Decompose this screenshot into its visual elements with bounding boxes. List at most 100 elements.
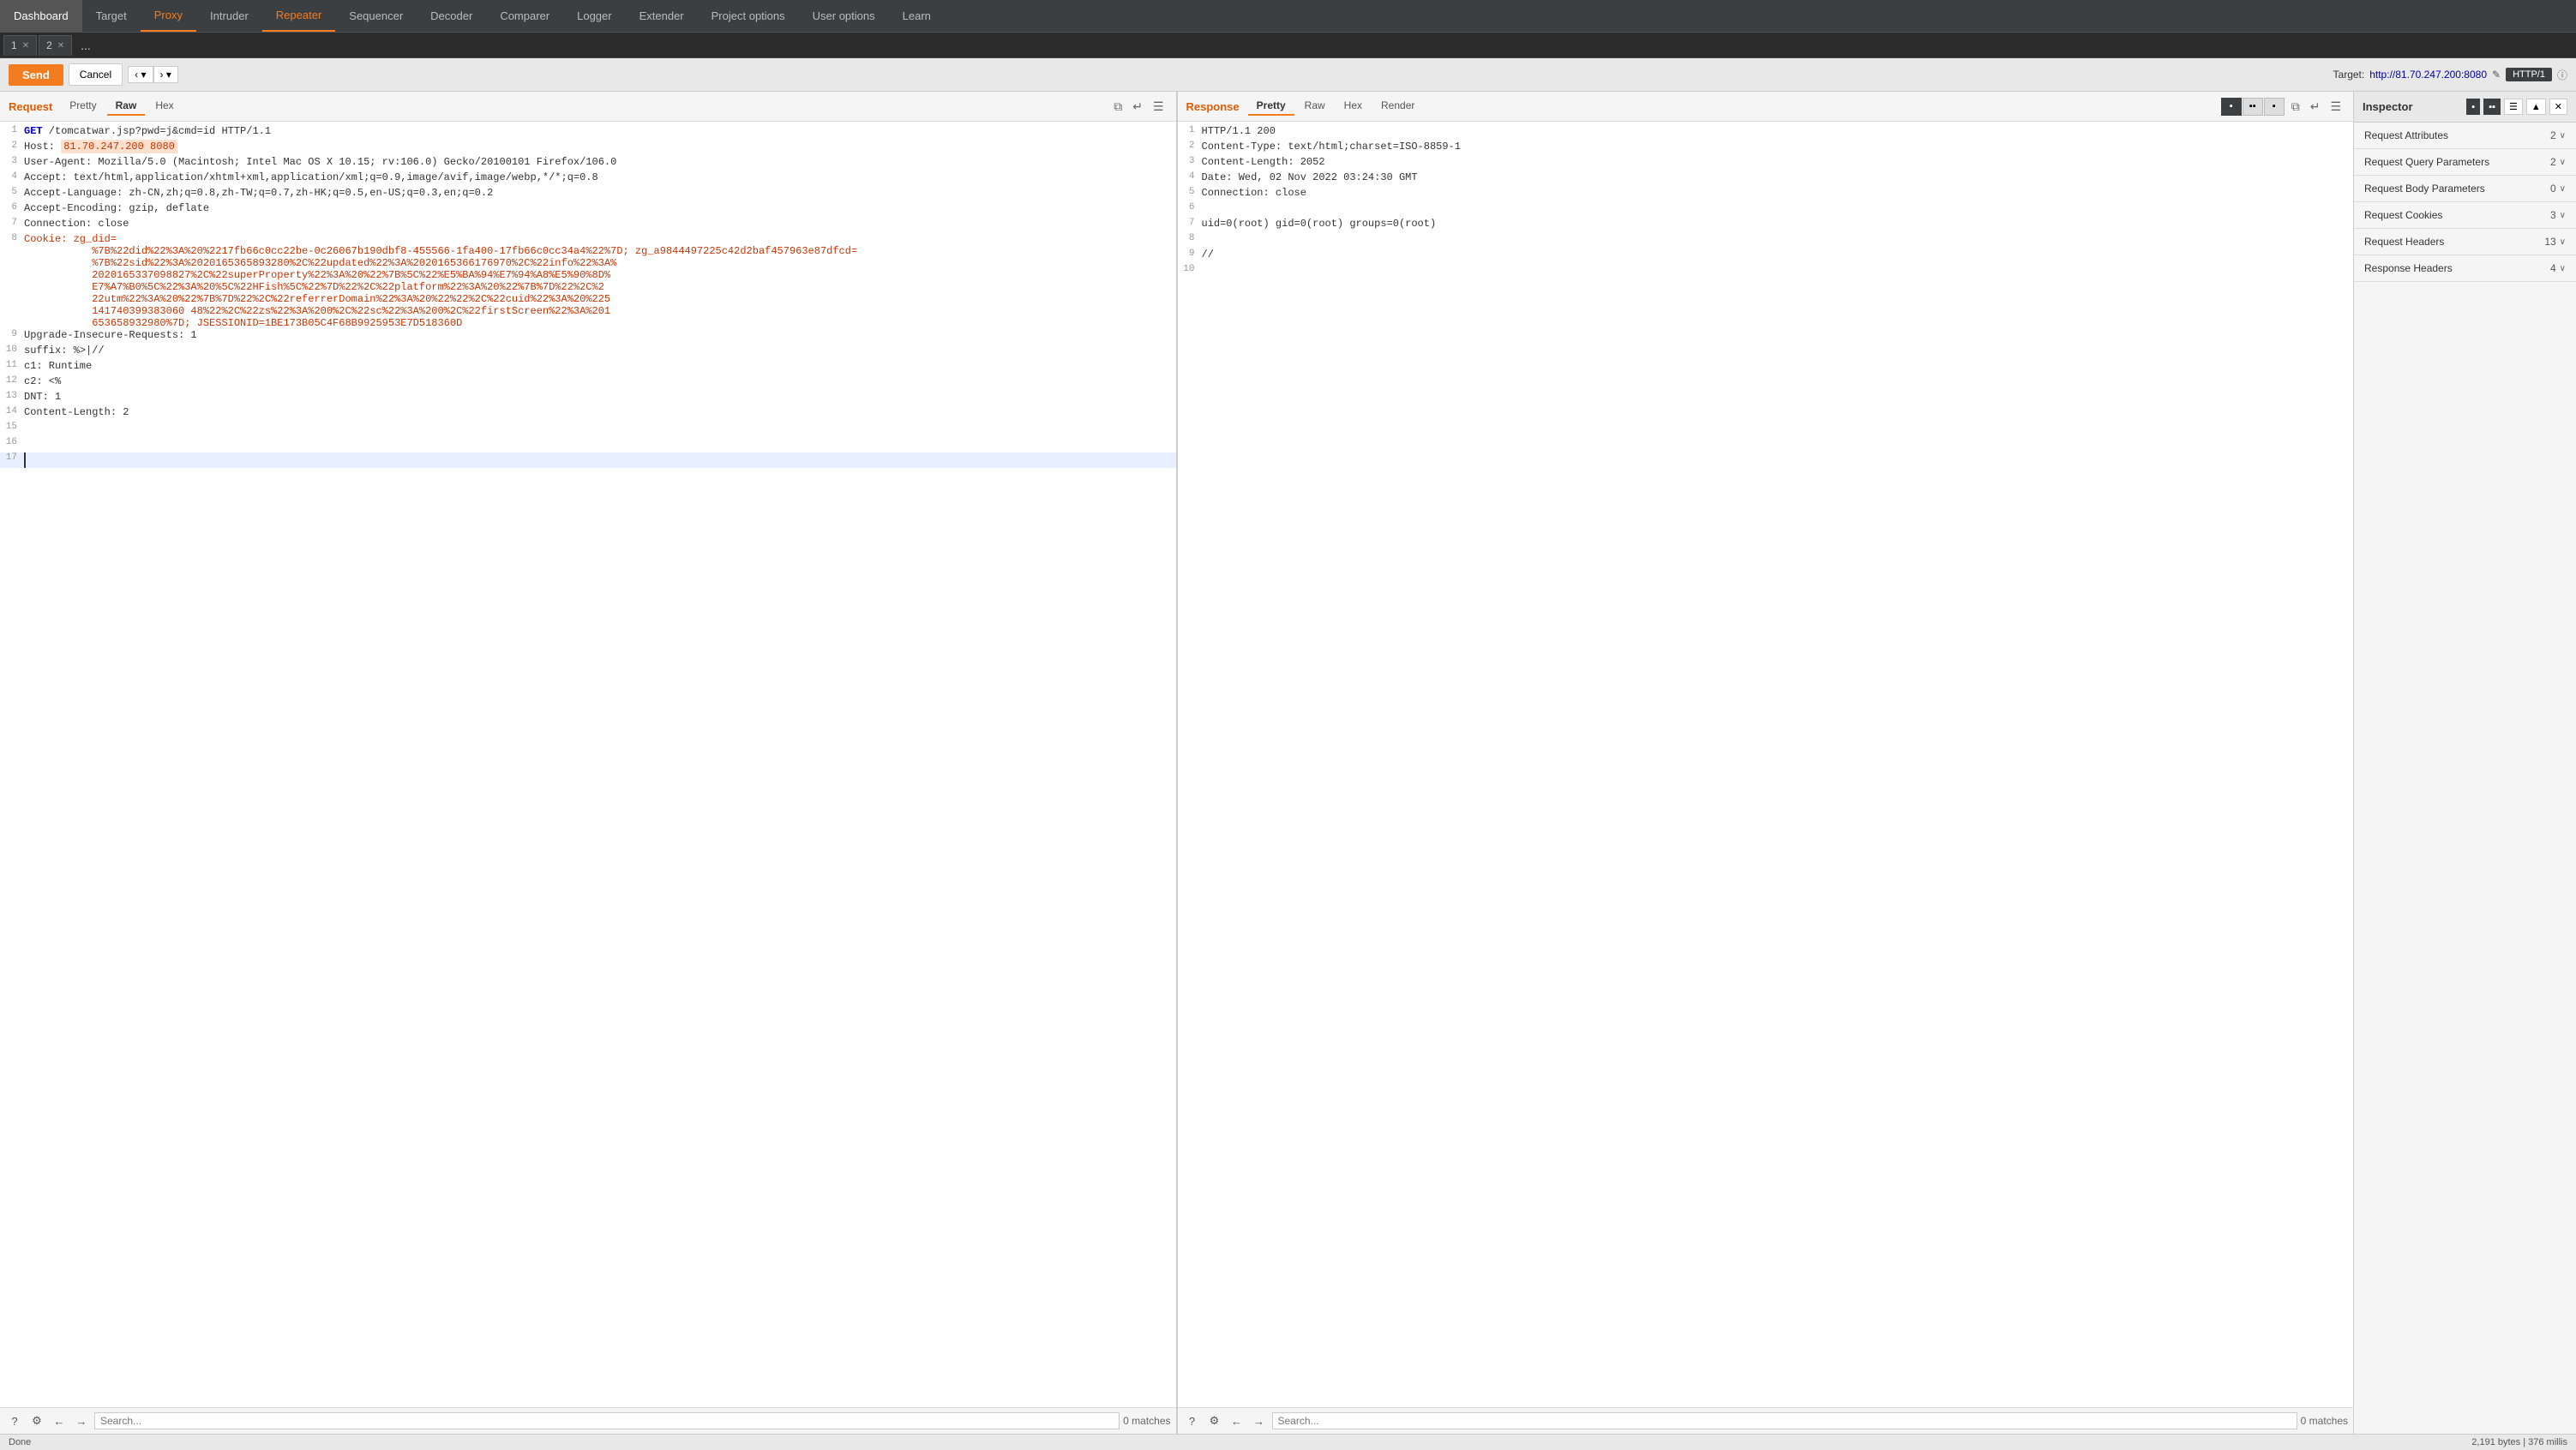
inspector-section-request-headers: Request Headers 13 ∨	[2354, 229, 2576, 255]
tab-1[interactable]: 1 ✕	[3, 35, 37, 56]
inspector-section-request-attributes-title: Request Attributes	[2364, 129, 2448, 141]
response-line-3: 3 Content-Length: 2052	[1178, 156, 2354, 171]
request-tab-hex[interactable]: Hex	[147, 97, 182, 116]
request-search-question-icon[interactable]: ?	[5, 1411, 24, 1430]
response-wrap-icon[interactable]: ↵	[2307, 98, 2324, 116]
request-search-next-icon[interactable]: →	[72, 1411, 91, 1430]
inspector-body-params-chevron: ∨	[2560, 184, 2566, 194]
request-menu-icon[interactable]: ☰	[1150, 98, 1168, 116]
nav-decoder[interactable]: Decoder	[417, 0, 486, 32]
response-view-vertical-icon[interactable]: ▪▪	[2243, 98, 2263, 116]
inspector-view-toggle-1[interactable]: ▪	[2466, 99, 2480, 115]
tab-2[interactable]: 2 ✕	[39, 35, 72, 56]
inspector-panel: Inspector ▪ ▪▪ ☰ ▲ ✕ Request Attributes …	[2353, 92, 2576, 1434]
response-code-area[interactable]: 1 HTTP/1.1 200 2 Content-Type: text/html…	[1178, 122, 2354, 1407]
nav-comparer[interactable]: Comparer	[486, 0, 563, 32]
nav-intruder[interactable]: Intruder	[196, 0, 262, 32]
response-line-8: 8	[1178, 233, 2354, 249]
tabs-bar: 1 ✕ 2 ✕ ...	[0, 33, 2576, 58]
nav-sequencer[interactable]: Sequencer	[335, 0, 417, 32]
nav-logger[interactable]: Logger	[563, 0, 625, 32]
status-bar: Done 2,191 bytes | 376 millis	[0, 1434, 2576, 1450]
request-search-prev-icon[interactable]: ←	[50, 1411, 69, 1430]
nav-learn[interactable]: Learn	[889, 0, 945, 32]
request-line-16: 16	[0, 437, 1176, 452]
request-panel: Request Pretty Raw Hex ⧉ ↵ ☰ 1 GET /tomc…	[0, 92, 1178, 1434]
response-copy-icon[interactable]: ⧉	[2288, 98, 2303, 116]
inspector-section-request-attributes: Request Attributes 2 ∨	[2354, 123, 2576, 149]
inspector-section-cookies-title: Request Cookies	[2364, 209, 2442, 221]
response-tab-pretty[interactable]: Pretty	[1248, 97, 1294, 116]
response-tab-raw[interactable]: Raw	[1296, 97, 1334, 116]
inspector-header: Inspector ▪ ▪▪ ☰ ▲ ✕	[2354, 92, 2576, 123]
inspector-section-cookies: Request Cookies 3 ∨	[2354, 202, 2576, 229]
request-wrap-icon[interactable]: ↵	[1129, 98, 1146, 116]
response-panel-icons: ▪ ▪▪ ▪ ⧉ ↵ ☰	[2221, 98, 2345, 116]
response-search-next-icon[interactable]: →	[1250, 1411, 1269, 1430]
nav-dashboard[interactable]: Dashboard	[0, 0, 82, 32]
response-tab-render[interactable]: Render	[1372, 97, 1423, 116]
http-info-icon[interactable]: ⓘ	[2557, 68, 2567, 82]
inspector-section-request-attributes-header[interactable]: Request Attributes 2 ∨	[2354, 123, 2576, 148]
response-panel-header: Response Pretty Raw Hex Render ▪ ▪▪ ▪ ⧉ …	[1178, 92, 2354, 122]
prev-button[interactable]: ‹ ▾	[128, 66, 153, 83]
nav-project-options[interactable]: Project options	[698, 0, 799, 32]
request-line-4: 4 Accept: text/html,application/xhtml+xm…	[0, 171, 1176, 187]
response-search-question-icon[interactable]: ?	[1183, 1411, 1202, 1430]
nav-user-options[interactable]: User options	[799, 0, 889, 32]
request-tab-pretty[interactable]: Pretty	[61, 97, 105, 116]
tab-2-close[interactable]: ✕	[57, 41, 64, 51]
response-tabs: Pretty Raw Hex Render	[1248, 97, 1424, 116]
response-line-10: 10	[1178, 264, 2354, 279]
nav-target[interactable]: Target	[82, 0, 141, 32]
next-button[interactable]: › ▾	[153, 66, 178, 83]
tab-1-label: 1	[11, 39, 17, 51]
inspector-section-query-params-header[interactable]: Request Query Parameters 2 ∨	[2354, 149, 2576, 175]
request-code-area[interactable]: 1 GET /tomcatwar.jsp?pwd=j&cmd=id HTTP/1…	[0, 122, 1176, 1407]
inspector-collapse-icon[interactable]: ▲	[2526, 99, 2546, 115]
inspector-section-body-params-header[interactable]: Request Body Parameters 0 ∨	[2354, 176, 2576, 201]
tab-more[interactable]: ...	[74, 39, 98, 52]
request-line-6: 6 Accept-Encoding: gzip, deflate	[0, 202, 1176, 218]
target-info: Target: http://81.70.247.200:8080 ✎ HTTP…	[2333, 68, 2567, 82]
req-res-area: Request Pretty Raw Hex ⧉ ↵ ☰ 1 GET /tomc…	[0, 92, 2353, 1434]
request-line-7: 7 Connection: close	[0, 218, 1176, 233]
status-text: Done	[9, 1437, 31, 1447]
status-info: 2,191 bytes | 376 millis	[2471, 1437, 2567, 1447]
inspector-request-headers-count: 13	[2544, 236, 2555, 248]
inspector-section-response-headers-header[interactable]: Response Headers 4 ∨	[2354, 255, 2576, 281]
nav-extender[interactable]: Extender	[626, 0, 698, 32]
top-navigation: Dashboard Target Proxy Intruder Repeater…	[0, 0, 2576, 33]
response-search-input[interactable]	[1272, 1412, 2297, 1429]
inspector-request-attributes-count: 2	[2550, 129, 2556, 141]
request-line-5: 5 Accept-Language: zh-CN,zh;q=0.8,zh-TW;…	[0, 187, 1176, 202]
inspector-section-cookies-header[interactable]: Request Cookies 3 ∨	[2354, 202, 2576, 228]
response-view-split-icon[interactable]: ▪	[2221, 98, 2242, 116]
response-search-gear-icon[interactable]: ⚙	[1205, 1411, 1224, 1430]
inspector-settings-icon[interactable]: ☰	[2504, 99, 2523, 115]
response-view-horizontal-icon[interactable]: ▪	[2264, 98, 2285, 116]
request-search-bar: ? ⚙ ← → 0 matches	[0, 1407, 1176, 1434]
response-tab-hex[interactable]: Hex	[1336, 97, 1371, 116]
inspector-close-icon[interactable]: ✕	[2549, 99, 2567, 115]
target-url: http://81.70.247.200:8080	[2369, 69, 2487, 81]
request-panel-header: Request Pretty Raw Hex ⧉ ↵ ☰	[0, 92, 1176, 122]
nav-repeater[interactable]: Repeater	[262, 0, 335, 32]
request-tabs: Pretty Raw Hex	[61, 97, 182, 116]
inspector-view-toggle-2[interactable]: ▪▪	[2483, 99, 2501, 115]
nav-proxy[interactable]: Proxy	[141, 0, 196, 32]
response-menu-icon[interactable]: ☰	[2327, 98, 2345, 116]
inspector-section-request-headers-header[interactable]: Request Headers 13 ∨	[2354, 229, 2576, 255]
edit-target-icon[interactable]: ✎	[2492, 69, 2501, 81]
response-search-prev-icon[interactable]: ←	[1228, 1411, 1246, 1430]
cancel-button[interactable]: Cancel	[69, 63, 123, 86]
request-tab-raw[interactable]: Raw	[107, 97, 146, 116]
request-copy-icon[interactable]: ⧉	[1110, 98, 1126, 116]
request-line-1: 1 GET /tomcatwar.jsp?pwd=j&cmd=id HTTP/1…	[0, 125, 1176, 141]
request-search-gear-icon[interactable]: ⚙	[27, 1411, 46, 1430]
tab-1-close[interactable]: ✕	[22, 41, 29, 51]
request-line-13: 13 DNT: 1	[0, 391, 1176, 406]
response-line-5: 5 Connection: close	[1178, 187, 2354, 202]
request-search-input[interactable]	[94, 1412, 1120, 1429]
send-button[interactable]: Send	[9, 64, 63, 86]
